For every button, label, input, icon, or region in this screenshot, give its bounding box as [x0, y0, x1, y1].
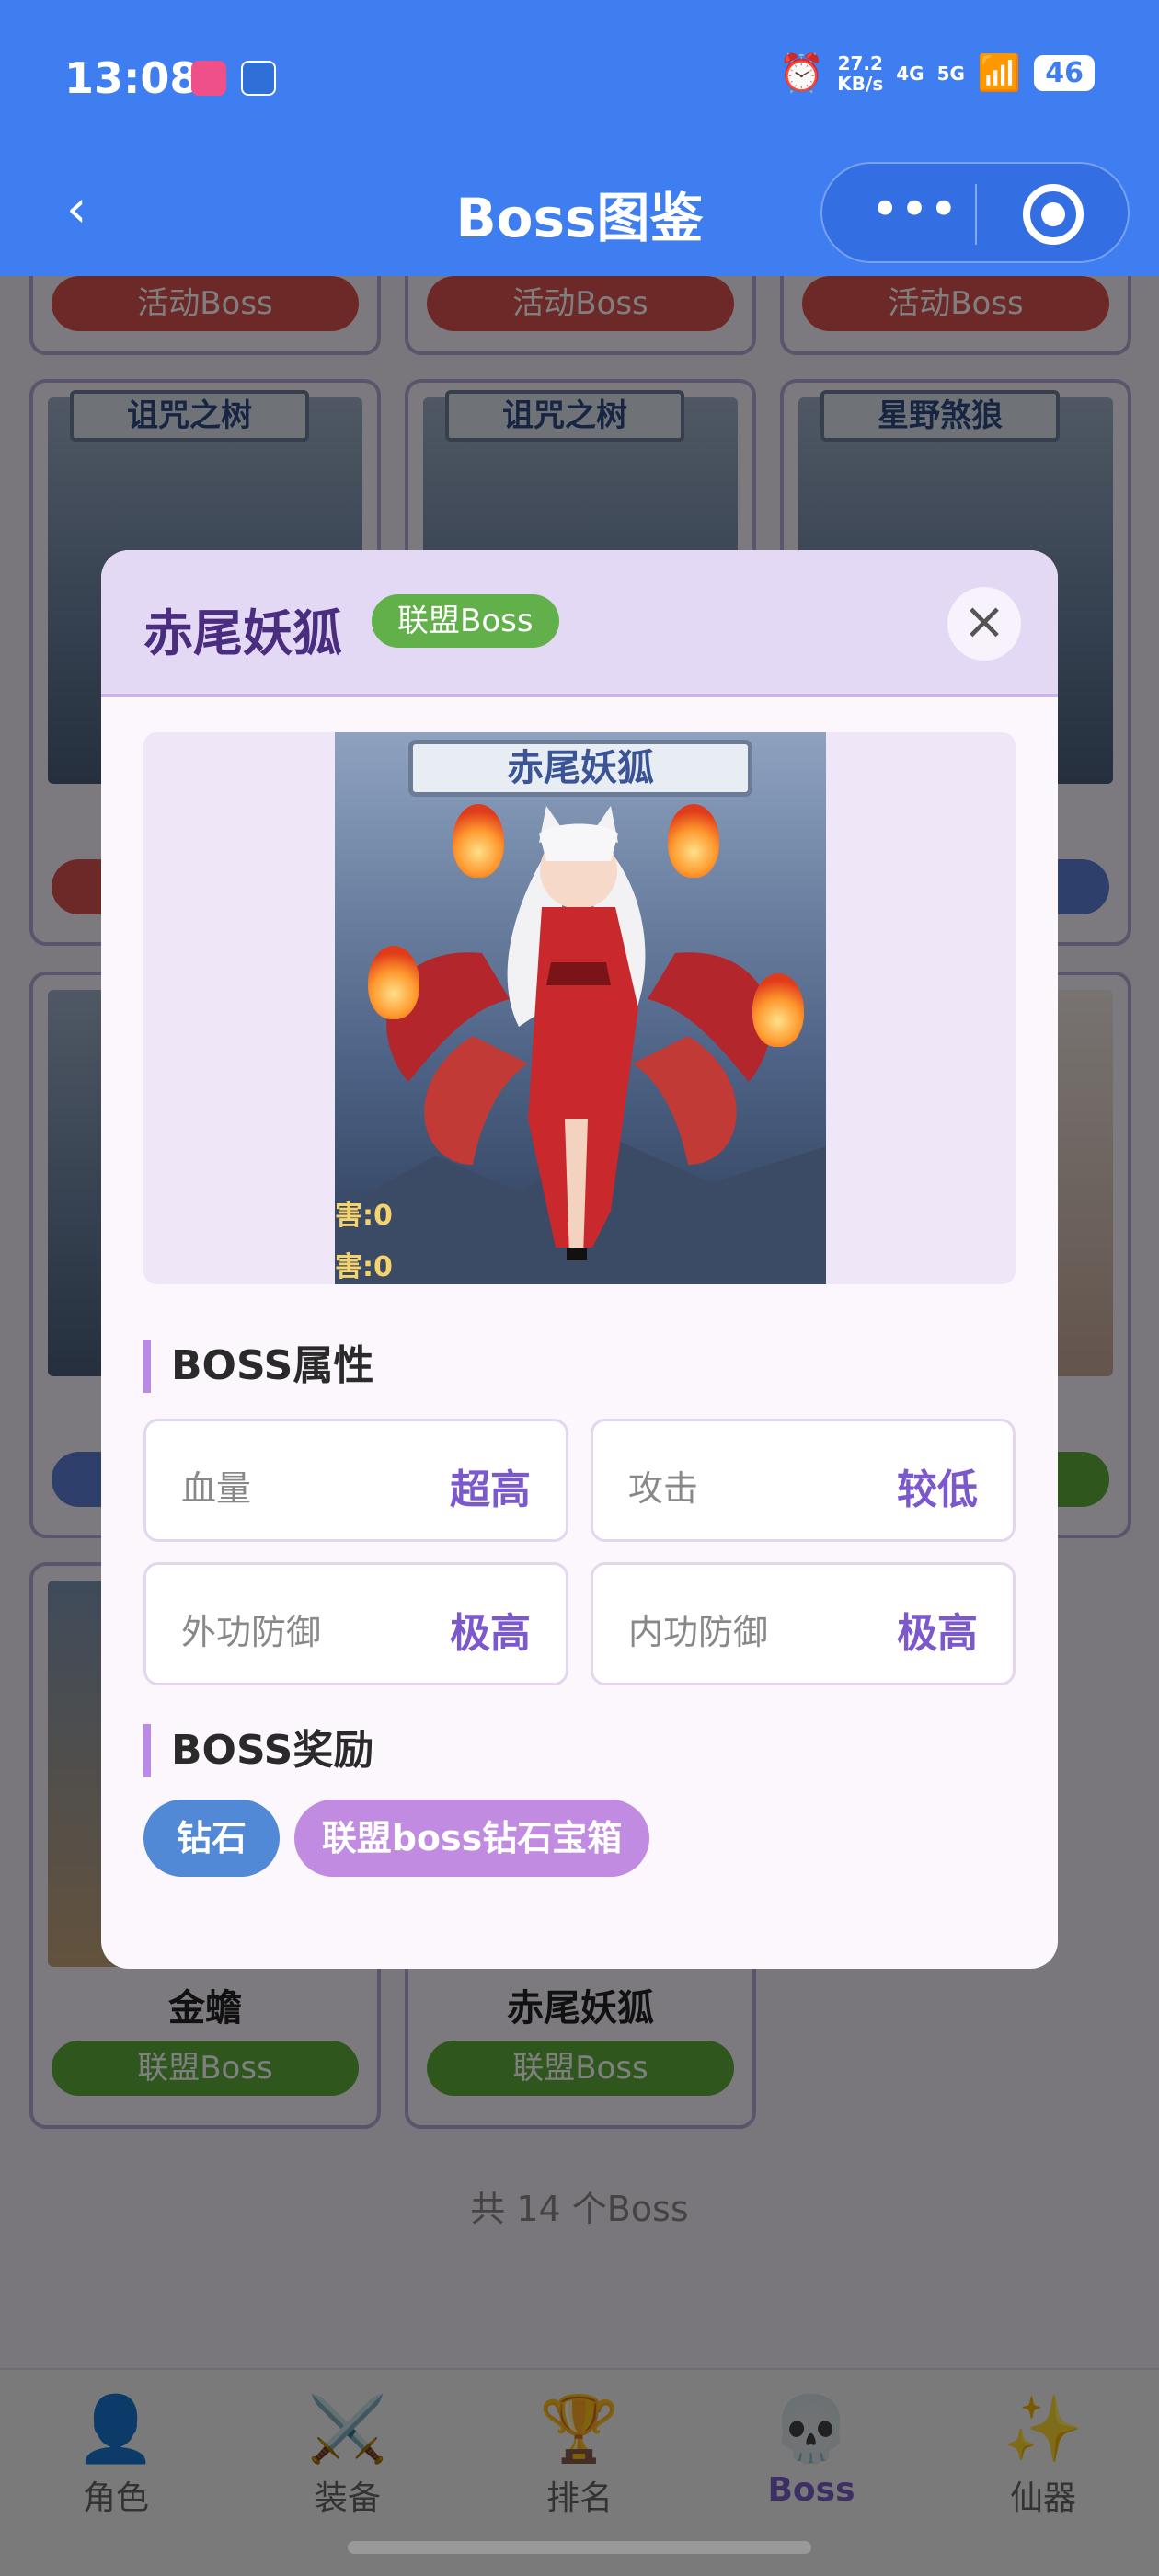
battery-icon: 46: [1034, 55, 1095, 91]
modal-header: 赤尾妖狐 联盟Boss ×: [101, 550, 1058, 697]
boss-art-frame: 赤尾妖狐 害:0 害:0: [143, 732, 1016, 1284]
boss-type-badge: 联盟Boss: [372, 594, 559, 648]
attr-name: 攻击: [628, 1468, 699, 1509]
attr-value: 极高: [450, 1610, 531, 1657]
record-target-icon[interactable]: [1023, 184, 1084, 245]
top-bar: 13:08 ⏰ 27.2 KB/s 4G 5G 📶 46 ‹ Boss图鉴 ••…: [0, 0, 1159, 276]
alarm-icon: ⏰: [778, 52, 825, 95]
signal-notification-icon: [241, 61, 276, 96]
status-time: 13:08: [64, 53, 200, 103]
attr-value: 极高: [897, 1610, 978, 1657]
attr-section-title: BOSS属性: [143, 1340, 373, 1393]
flame-icon: [752, 973, 804, 1047]
status-icons: ⏰ 27.2 KB/s 4G 5G 📶 46: [778, 52, 1095, 95]
attr-internal-defense: 内功防御 极高: [591, 1562, 1016, 1685]
home-indicator: [348, 2541, 811, 2554]
boss-portrait: 赤尾妖狐 害:0 害:0: [335, 732, 826, 1284]
attr-value: 超高: [450, 1466, 531, 1513]
reward-diamond-chest: 联盟boss钻石宝箱: [294, 1800, 649, 1877]
portrait-stat: 害:0: [335, 1251, 393, 1283]
network-speed: 27.2 KB/s: [837, 52, 884, 95]
more-dots-icon[interactable]: •••: [859, 182, 970, 247]
capsule-divider: [975, 184, 977, 245]
close-button[interactable]: ×: [947, 587, 1021, 661]
close-icon: ×: [962, 592, 1006, 651]
attr-name: 外功防御: [181, 1612, 322, 1652]
attr-attack: 攻击 较低: [591, 1419, 1016, 1542]
modal-title: 赤尾妖狐: [143, 604, 342, 662]
attr-external-defense: 外功防御 极高: [143, 1562, 568, 1685]
flame-icon: [453, 804, 504, 878]
signal-5g-icon: 5G: [936, 62, 965, 85]
signal-4g-icon: 4G: [896, 62, 924, 85]
reward-diamond: 钻石: [143, 1800, 280, 1877]
portrait-banner: 赤尾妖狐: [408, 740, 752, 797]
wifi-icon: 📶: [977, 52, 1022, 93]
flame-icon: [368, 946, 419, 1019]
app-notification-icon: [191, 61, 226, 96]
portrait-stat: 害:0: [335, 1200, 393, 1232]
flame-icon: [668, 804, 719, 878]
boss-detail-modal: 赤尾妖狐 联盟Boss × 赤尾妖狐 害:0 害:0 BOSS属性 血量 超高 …: [101, 550, 1058, 1969]
attr-name: 内功防御: [628, 1612, 769, 1652]
attr-name: 血量: [181, 1468, 252, 1509]
reward-section-title: BOSS奖励: [143, 1724, 373, 1777]
attr-hp: 血量 超高: [143, 1419, 568, 1542]
mini-program-capsule: •••: [820, 162, 1130, 263]
attr-value: 较低: [897, 1466, 978, 1513]
